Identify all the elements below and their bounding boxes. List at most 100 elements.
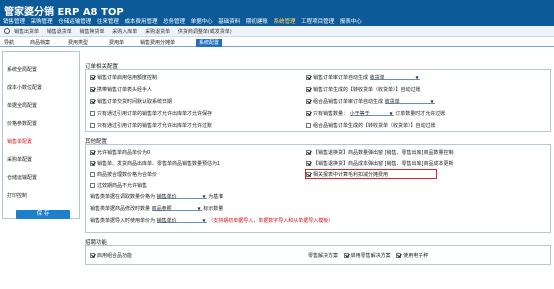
save-button[interactable]: 保 存 (16, 210, 70, 219)
menu-item[interactable]: 工程项目管理 (301, 17, 334, 25)
checkbox[interactable] (90, 150, 95, 155)
menu-item[interactable]: 总务管理 (163, 17, 185, 25)
menu-item[interactable]: 单据中心 (191, 17, 213, 25)
setting-suffix: 订单数量时才允许过账 (395, 111, 446, 117)
menu-item[interactable]: 仓储运输管理 (58, 17, 91, 25)
tab-fee-types[interactable]: 费用类型 (66, 39, 90, 47)
highlight-box (305, 169, 437, 179)
setting-row: 只有通过引用订单的销售单才允许出库单才允许过账 (90, 122, 212, 129)
checkbox[interactable] (90, 253, 95, 258)
checkbox[interactable] (90, 87, 95, 92)
select-row: 销售类单据商品修改时数量 商品参照 ▼ 标示数量 (90, 205, 223, 212)
checkbox[interactable] (306, 161, 311, 166)
price-basis-select[interactable]: 销售单价 ▼ (156, 193, 207, 200)
doc-type-select[interactable]: 收货单 ▼ (369, 74, 420, 81)
checkbox[interactable] (90, 123, 95, 128)
setting-row: 零售解决方案 启用零售解决方案 使用电子秤 (308, 252, 428, 259)
import-price-select[interactable]: 销售单价 ▼ (156, 217, 207, 224)
checkbox[interactable] (306, 75, 311, 80)
setting-label: 允许销售单商品单价为0 (97, 150, 151, 156)
checkbox[interactable] (306, 99, 311, 104)
quick-item[interactable]: 销售出货单 (14, 29, 39, 35)
sidebar-item-purchase[interactable]: 采购单配置 (7, 156, 32, 163)
menu-item[interactable]: 期初建账 (246, 17, 268, 25)
checkbox[interactable] (306, 123, 311, 128)
checkbox[interactable] (90, 183, 95, 188)
setting-label: 销售类单据导入时使用单价为 (90, 218, 156, 224)
tab-system-config[interactable]: 系统配置 (196, 39, 223, 47)
chevron-down-icon: ▼ (415, 75, 419, 80)
menu-item-active[interactable]: 系统管理 (273, 17, 295, 25)
setting-row: 携带销售订单表头经手人 (90, 86, 152, 93)
tab-nav[interactable]: 导航 (2, 39, 16, 47)
tab-products[interactable]: 商品档案 (28, 39, 52, 47)
checkbox[interactable] (306, 111, 311, 116)
setting-label: 使用电子秤 (403, 253, 429, 259)
sidebar-item-cost-decimals[interactable]: 成本小数位配置 (7, 84, 42, 91)
checkbox[interactable] (90, 75, 95, 80)
quick-item[interactable]: 销售换货单 (80, 29, 105, 35)
menu-item[interactable]: 成本费用管理 (124, 17, 157, 25)
setting-label: 销售订单交货时间默认取系统日期 (97, 99, 173, 105)
quick-item[interactable]: 采购入库单 (112, 29, 137, 35)
menu-item[interactable]: 基础资料 (218, 17, 240, 25)
quantity-select[interactable]: 商品参照 ▼ (151, 205, 202, 212)
checkbox[interactable] (90, 111, 95, 116)
setting-label: 启用零售解决方案 (350, 253, 391, 259)
quick-item[interactable]: 采购退货单 (145, 29, 170, 35)
menu-item[interactable]: 往来管理 (97, 17, 119, 25)
setting-label: 销售订单生成的【转收货单（收货单）】自动过账 (313, 87, 421, 93)
setting-row: 【销售退换货】商品成本弹出窗 [销售、零售出库]商品成本更新 (306, 160, 454, 167)
menu-item[interactable]: 销售管理 (3, 17, 25, 25)
quick-item[interactable]: 供货商调整单(或发货单) (178, 29, 232, 35)
chevron-down-icon: ▼ (202, 218, 206, 223)
tab-fee-sheet[interactable]: 费用单 (107, 39, 126, 47)
app-header: 管家婆分销 ERP A8 TOP 销售管理 采购管理 仓储运输管理 往来管理 成… (0, 0, 554, 26)
setting-suffix: 为基准 (208, 194, 224, 200)
checkbox[interactable] (343, 253, 349, 258)
setting-label: 携带销售订单表头经手人 (97, 87, 153, 93)
setting-label: 启用组合品功能 (97, 253, 133, 259)
setting-label: 【销售退换货】商品成本弹出窗 [销售、零售出库]商品成本更新 (313, 161, 454, 167)
setting-label: 销售订单启用信用额度控制 (97, 75, 158, 81)
select-value: 商品参照 (151, 206, 172, 212)
checkbox[interactable] (90, 99, 95, 104)
doc-type-select[interactable]: 收货单 ▼ (384, 98, 435, 105)
setting-label: 组合品销售订单生成的【转收货单（收货单）】自动过账 (313, 123, 436, 129)
menu-item[interactable]: 报表中心 (340, 17, 362, 25)
checkbox[interactable] (396, 253, 402, 258)
compare-select[interactable]: 小于等于 ▼ (349, 110, 394, 117)
checkbox[interactable] (90, 161, 95, 166)
sidebar-item-warehouse[interactable]: 仓储运输配置 (7, 174, 37, 181)
sidebar-item-print[interactable]: 打印控制 (7, 192, 27, 199)
quick-item[interactable]: 销售退货单 (47, 29, 72, 35)
quick-toolbar: 销售出货单 销售退货单 销售换货单 采购入库单 采购退货单 供货商调整单(或发货… (0, 26, 554, 37)
gear-icon[interactable] (4, 28, 10, 34)
menu-item[interactable]: 采购管理 (31, 17, 53, 25)
setting-row: 只有通过引用订单的销售单才允许出库单才允许保存 (90, 110, 212, 117)
chevron-down-icon: ▼ (389, 111, 393, 116)
setting-row: 组合品销售订单审订单自动生成 收货单 ▼ (306, 98, 435, 105)
setting-label: 零售解决方案 (308, 253, 339, 259)
sidebar-item-price[interactable]: 价格参数配置 (7, 120, 37, 127)
sidebar-item-sales[interactable]: 销售单配置 (7, 138, 32, 145)
config-sidebar: 系统全局配置 成本小数位配置 单据全局配置 价格参数配置 销售单配置 采购单配置… (2, 51, 80, 219)
checkbox[interactable] (90, 172, 95, 177)
setting-row: 销售订单启用信用额度控制 (90, 74, 157, 81)
tab-bar: 导航 商品档案 费用类型 费用单 销售费用分摊单 系统配置 (0, 38, 554, 47)
setting-label: 销售类单据在调取数量价格为 (90, 194, 156, 200)
checkbox[interactable] (306, 87, 311, 92)
setting-label: 销售单、发货商品出库单、零售单商品销售数量预估为1 (97, 161, 221, 167)
tab-fee-allocation[interactable]: 销售费用分摊单 (138, 39, 177, 47)
setting-row: 【销售退换货】商品数量弹出窗 [销售、零售出库]商品数量控制 (306, 149, 454, 156)
chevron-down-icon: ▼ (430, 99, 434, 104)
setting-label: 商品按合理数价格为合单价 (97, 172, 158, 178)
setting-label: 只有销售数量： (313, 111, 349, 117)
setting-row: 销售订单生成的【转收货单（收货单）】自动过账 (306, 86, 421, 93)
sidebar-item-document[interactable]: 单据全局配置 (7, 102, 37, 109)
checkbox[interactable] (306, 150, 311, 155)
select-value: 收货单 (369, 75, 385, 81)
select-value: 小于等于 (349, 111, 370, 117)
sidebar-item-global[interactable]: 系统全局配置 (7, 66, 37, 73)
order-config-box: 销售订单启用信用额度控制 携带销售订单表头经手人 销售订单交货时间默认取系统日期… (85, 69, 551, 132)
